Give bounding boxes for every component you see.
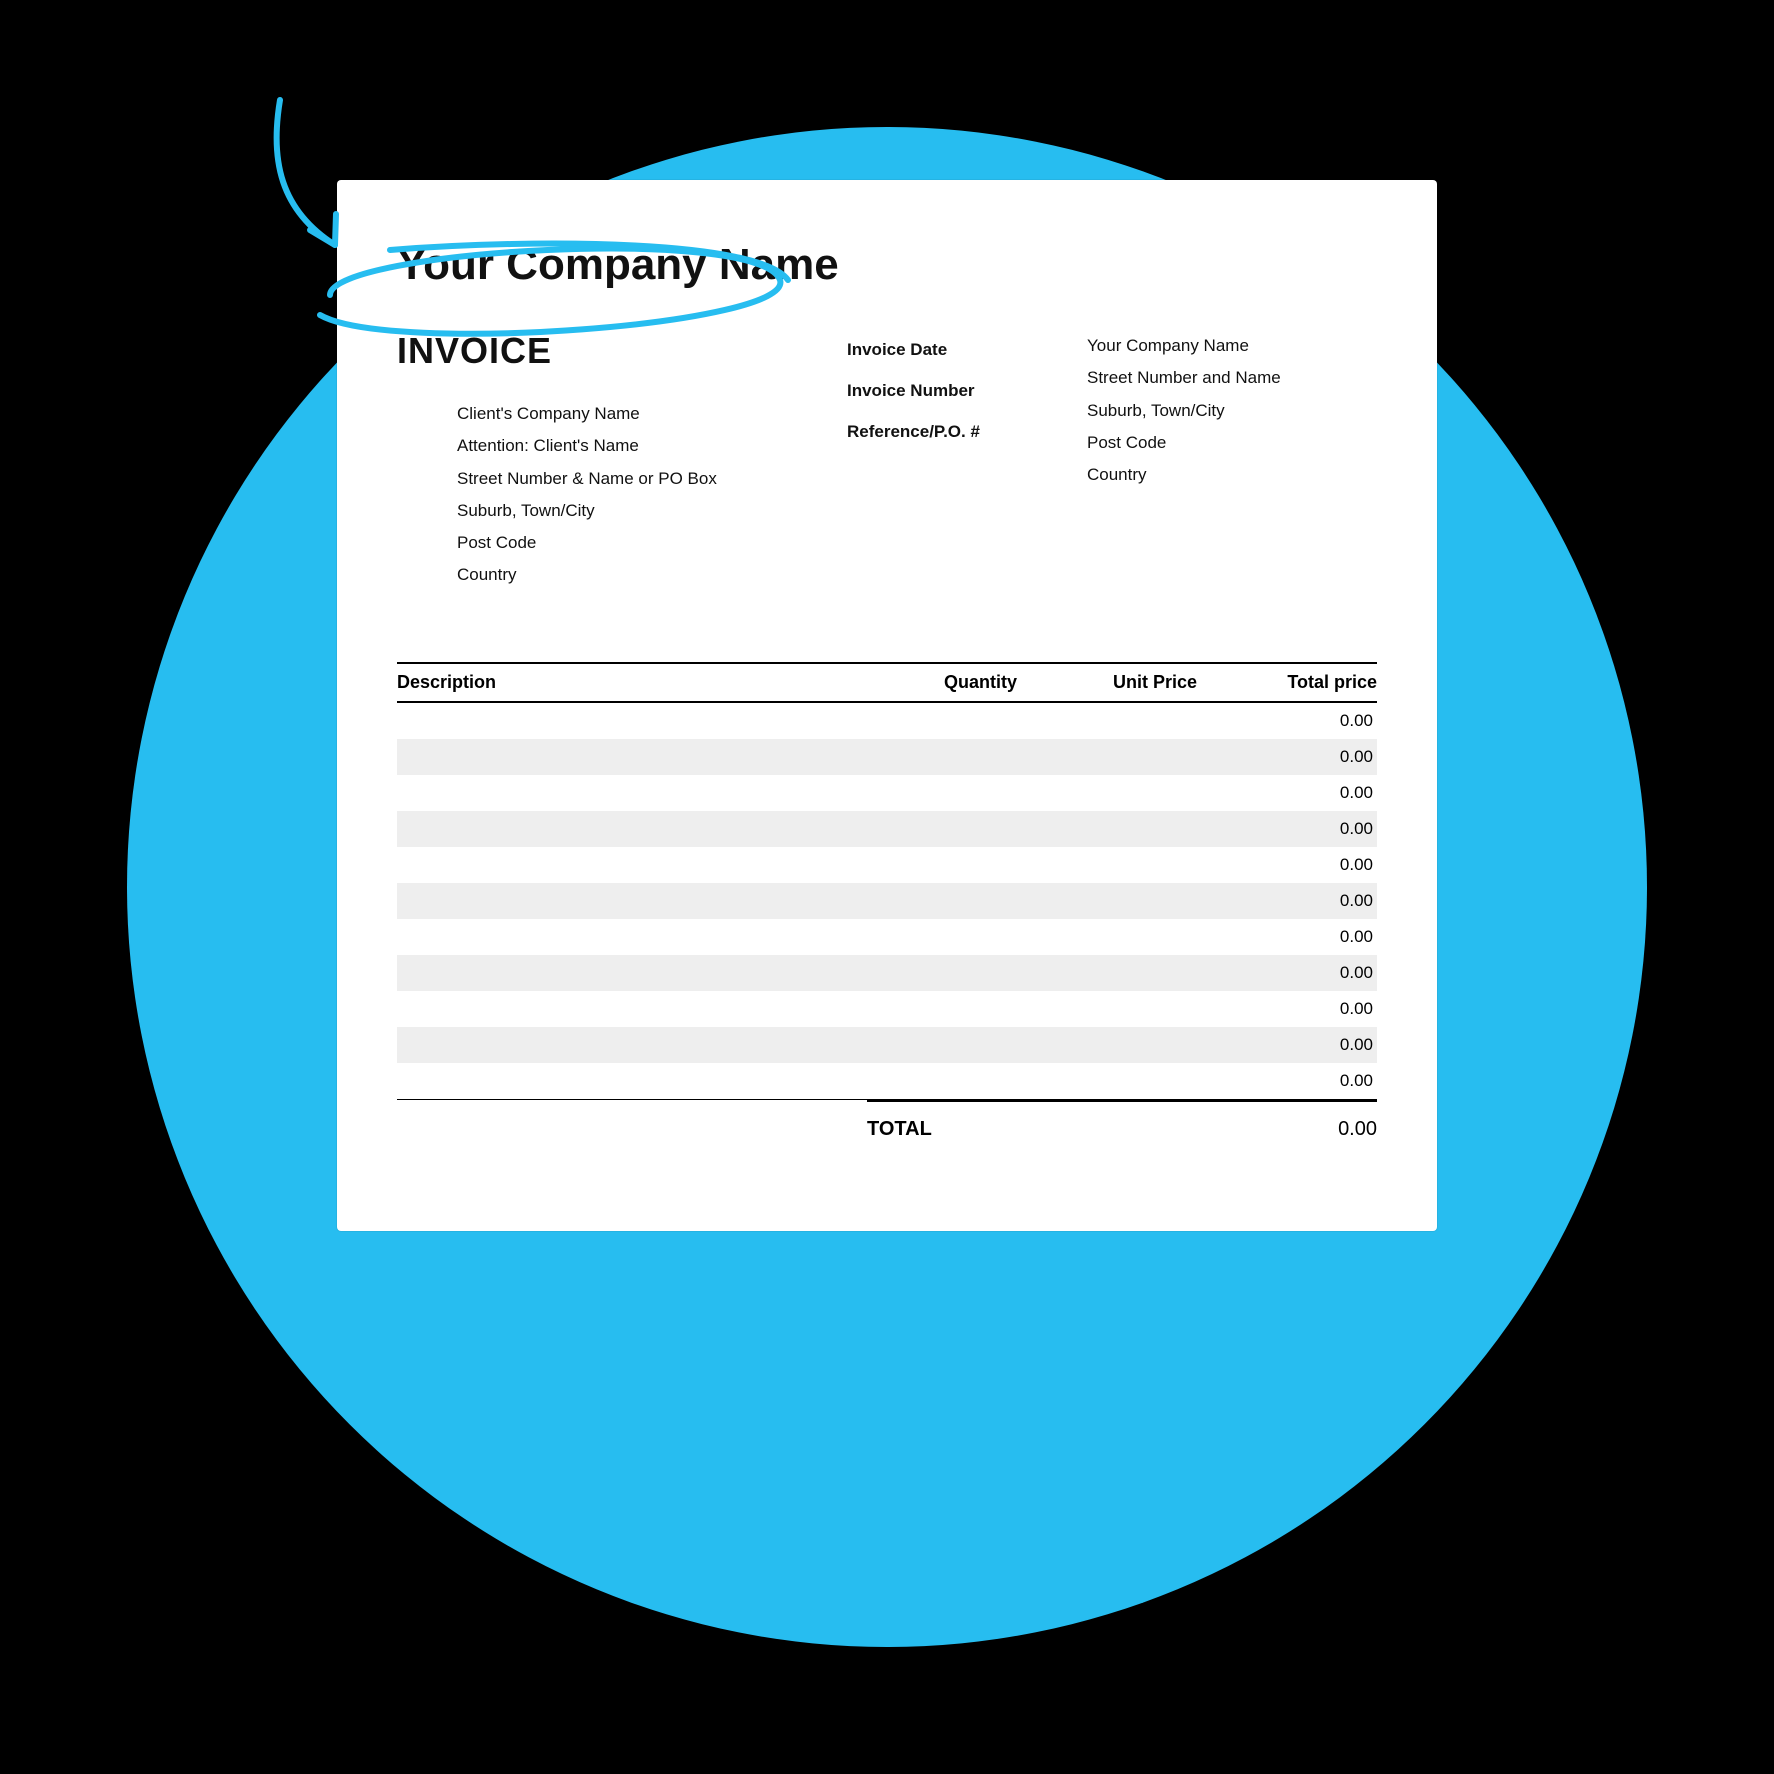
table-row: 0.00 xyxy=(397,739,1377,775)
arrow-head-icon xyxy=(310,214,336,245)
table-row: 0.00 xyxy=(397,1027,1377,1063)
line-items-table: Description Quantity Unit Price Total pr… xyxy=(397,662,1377,1100)
totals-row: TOTAL 0.00 xyxy=(867,1100,1377,1141)
cell-total-price: 0.00 xyxy=(1193,927,1377,947)
invoice-title: INVOICE xyxy=(397,330,847,372)
bill-to-city: Suburb, Town/City xyxy=(457,495,847,527)
table-row: 0.00 xyxy=(397,883,1377,919)
cell-total-price: 0.00 xyxy=(1193,891,1377,911)
bill-to-postcode: Post Code xyxy=(457,527,847,559)
bill-to-attn: Attention: Client's Name xyxy=(457,430,847,462)
cell-total-price: 0.00 xyxy=(1193,783,1377,803)
meta-ref-label: Reference/P.O. # xyxy=(847,422,980,441)
table-header: Description Quantity Unit Price Total pr… xyxy=(397,664,1377,703)
from-block: Your Company Name Street Number and Name… xyxy=(1087,330,1377,491)
from-country: Country xyxy=(1087,459,1377,491)
table-row: 0.00 xyxy=(397,991,1377,1027)
total-label: TOTAL xyxy=(867,1118,1197,1141)
cell-total-price: 0.00 xyxy=(1193,855,1377,875)
table-row: 0.00 xyxy=(397,703,1377,739)
company-name: Your Company Name xyxy=(397,240,1377,290)
col-unit-price: Unit Price xyxy=(1017,672,1197,693)
from-street: Street Number and Name xyxy=(1087,362,1377,394)
col-quantity: Quantity xyxy=(867,672,1017,693)
cell-total-price: 0.00 xyxy=(1193,1071,1377,1091)
from-city: Suburb, Town/City xyxy=(1087,395,1377,427)
table-row: 0.00 xyxy=(397,847,1377,883)
table-row: 0.00 xyxy=(397,955,1377,991)
cell-total-price: 0.00 xyxy=(1193,819,1377,839)
meta-date-label: Invoice Date xyxy=(847,340,947,359)
table-row: 0.00 xyxy=(397,775,1377,811)
meta-labels: Invoice Date Invoice Number Reference/P.… xyxy=(847,330,1087,452)
bill-to-company: Client's Company Name xyxy=(457,398,847,430)
from-name: Your Company Name xyxy=(1087,330,1377,362)
col-total-price: Total price xyxy=(1197,672,1377,693)
table-row: 0.00 xyxy=(397,1063,1377,1099)
arrow-icon xyxy=(277,100,335,245)
cell-total-price: 0.00 xyxy=(1193,963,1377,983)
total-value: 0.00 xyxy=(1197,1118,1377,1141)
cell-total-price: 0.00 xyxy=(1193,999,1377,1019)
bill-to-block: Client's Company Name Attention: Client'… xyxy=(457,398,847,592)
cell-total-price: 0.00 xyxy=(1193,747,1377,767)
col-description: Description xyxy=(397,672,867,693)
from-postcode: Post Code xyxy=(1087,427,1377,459)
table-row: 0.00 xyxy=(397,919,1377,955)
bill-to-country: Country xyxy=(457,559,847,591)
cell-total-price: 0.00 xyxy=(1193,1035,1377,1055)
bill-to-street: Street Number & Name or PO Box xyxy=(457,463,847,495)
meta-number-label: Invoice Number xyxy=(847,381,975,400)
invoice-page: Your Company Name INVOICE Client's Compa… xyxy=(337,180,1437,1231)
table-row: 0.00 xyxy=(397,811,1377,847)
cell-total-price: 0.00 xyxy=(1193,711,1377,731)
